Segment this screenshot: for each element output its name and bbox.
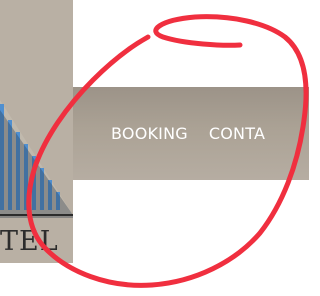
nav-item-contact[interactable]: CONTA	[209, 124, 265, 143]
main-navbar: BOOKING CONTA	[73, 87, 309, 180]
logo-text: TEL	[0, 226, 59, 257]
hotel-logo[interactable]: TEL	[0, 0, 73, 263]
nav-menu: BOOKING CONTA	[111, 124, 265, 143]
nav-item-booking[interactable]: BOOKING	[111, 124, 188, 143]
